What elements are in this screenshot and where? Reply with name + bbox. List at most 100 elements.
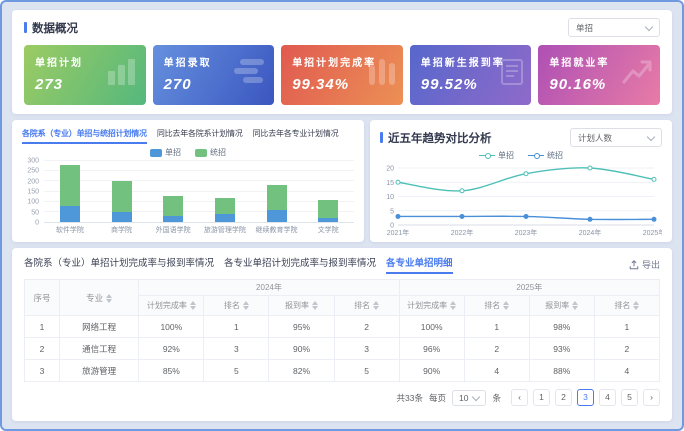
majors-table: 序号 专业 2024年 2025年 计划完成率排名报到率排名计划完成率排名报到率… — [24, 279, 660, 382]
prev-page-button[interactable]: ‹ — [511, 389, 528, 406]
table-cell: 98% — [529, 316, 594, 338]
per-page-select[interactable]: 10 — [452, 390, 486, 406]
column-header-排名[interactable]: 排名 — [334, 296, 399, 316]
legend-label: 单招 — [165, 147, 181, 158]
sort-up-icon — [633, 301, 639, 305]
sort-down-icon — [373, 306, 379, 310]
bar-stack — [163, 161, 183, 222]
data-point-统招 — [460, 214, 464, 218]
table-cell: 85% — [139, 360, 204, 382]
bar-segment-统招 — [267, 185, 287, 209]
column-header-major[interactable]: 专业 — [59, 280, 138, 316]
bar-group — [44, 161, 96, 222]
page-button-2[interactable]: 2 — [555, 389, 572, 406]
overview-panel: 数据概况 单招 单招计划273单招录取270单招计划完成率99.34%单招新生报… — [12, 10, 672, 114]
column-header-label: 排名 — [484, 301, 500, 310]
table-cell: 92% — [139, 338, 204, 360]
sort-icon[interactable] — [243, 301, 249, 310]
data-point-单招 — [652, 177, 656, 181]
per-page-value: 10 — [459, 393, 468, 403]
x-axis-category-label: 商学院 — [96, 225, 148, 235]
sort-icon[interactable] — [312, 301, 318, 310]
sort-up-icon — [106, 294, 112, 298]
bar-section-tab-2[interactable]: 同比去年各专业计划情况 — [253, 128, 339, 144]
sort-down-icon — [190, 306, 196, 310]
table-row: 3旅游管理85%582%590%488%4 — [25, 360, 660, 382]
sort-icon[interactable] — [106, 294, 112, 303]
table-section-tab-0[interactable]: 各院系（专业）单招计划完成率与报到率情况 — [24, 255, 214, 274]
bar-section-tab-1[interactable]: 同比去年各院系计划情况 — [157, 128, 243, 144]
sort-down-icon — [312, 306, 318, 310]
bar-section-tab-0[interactable]: 各院系（专业）单招与统招计划情况 — [22, 128, 147, 144]
sort-icon[interactable] — [190, 301, 196, 310]
column-group-2025: 2025年 — [399, 280, 659, 296]
page-button-4[interactable]: 4 — [599, 389, 616, 406]
bar-segment-单招 — [112, 212, 132, 222]
stat-card-0: 单招计划273 — [24, 45, 146, 105]
x-axis-category-label: 文学院 — [302, 225, 354, 235]
bar-stack — [60, 161, 80, 222]
bar-group — [147, 161, 199, 222]
table-section-tab-2[interactable]: 各专业单招明细 — [386, 255, 453, 274]
bar-chart-panel: 各院系（专业）单招与统招计划情况同比去年各院系计划情况同比去年各专业计划情况 单… — [12, 120, 364, 242]
table-row: 2通信工程92%390%396%293%2 — [25, 338, 660, 360]
column-header-排名[interactable]: 排名 — [204, 296, 269, 316]
table-cell: 通信工程 — [59, 338, 138, 360]
page-button-5[interactable]: 5 — [621, 389, 638, 406]
bar-stack — [318, 161, 338, 222]
metric-select[interactable]: 计划人数 — [570, 128, 662, 147]
line-chart-panel: 近五年趋势对比分析 计划人数 单招统招 051015202021年2022年20… — [370, 120, 672, 242]
column-header-排名[interactable]: 排名 — [464, 296, 529, 316]
bar-chart-x-axis: 软件学院商学院外国语学院旅游管理学院继续教育学院文学院 — [44, 225, 354, 235]
x-axis-category-label: 软件学院 — [44, 225, 96, 235]
sort-icon[interactable] — [572, 301, 578, 310]
column-header-计划完成率[interactable]: 计划完成率 — [399, 296, 464, 316]
sort-icon[interactable] — [503, 301, 509, 310]
recruit-type-select[interactable]: 单招 — [568, 18, 660, 37]
page-button-1[interactable]: 1 — [533, 389, 550, 406]
line-chart-title: 近五年趋势对比分析 — [388, 130, 492, 146]
x-axis-tick-label: 2021年 — [387, 228, 410, 237]
page-buttons: ‹ 12345 › — [511, 389, 660, 406]
column-header-报到率[interactable]: 报到率 — [269, 296, 334, 316]
table-row: 1网络工程100%195%2100%198%1 — [25, 316, 660, 338]
y-axis-tick-label: 0 — [390, 223, 394, 230]
y-axis-tick-label: 150 — [27, 189, 39, 196]
bar-segment-统招 — [215, 198, 235, 214]
page-button-3[interactable]: 3 — [577, 389, 594, 406]
per-page-label: 每页 — [429, 392, 446, 404]
bar-group — [251, 161, 303, 222]
sort-up-icon — [373, 301, 379, 305]
table-cell: 旅游管理 — [59, 360, 138, 382]
column-header-排名[interactable]: 排名 — [594, 296, 659, 316]
bar-segment-单招 — [318, 218, 338, 222]
stacked-bar-chart: 050100150200250300 — [22, 161, 354, 223]
chevron-down-icon — [647, 132, 655, 140]
sort-icon[interactable] — [373, 301, 379, 310]
stat-card-3: 单招新生报到率99.52% — [410, 45, 532, 105]
dashboard-page: 数据概况 单招 单招计划273单招录取270单招计划完成率99.34%单招新生报… — [2, 2, 682, 429]
bar-segment-单招 — [215, 214, 235, 222]
x-axis-category-label: 外国语学院 — [147, 225, 199, 235]
bar-group — [96, 161, 148, 222]
column-header-计划完成率[interactable]: 计划完成率 — [139, 296, 204, 316]
y-axis-tick-label: 5 — [390, 208, 394, 215]
table-cell: 100% — [139, 316, 204, 338]
bar-chart-y-axis: 050100150200250300 — [22, 161, 44, 223]
table-cell: 3 — [334, 338, 399, 360]
x-axis-category-label: 旅游管理学院 — [199, 225, 251, 235]
sort-icon[interactable] — [633, 301, 639, 310]
sort-down-icon — [106, 299, 112, 303]
stat-card-1: 单招录取270 — [153, 45, 275, 105]
total-count: 共33条 — [397, 392, 423, 404]
table-cell: 90% — [269, 338, 334, 360]
column-header-报到率[interactable]: 报到率 — [529, 296, 594, 316]
bar-segment-统招 — [163, 196, 183, 216]
table-section-tab-1[interactable]: 各专业单招计划完成率与报到率情况 — [224, 255, 376, 274]
sort-down-icon — [243, 306, 249, 310]
export-button[interactable]: 导出 — [629, 258, 660, 271]
sort-down-icon — [633, 306, 639, 310]
column-header-label: 排名 — [224, 301, 240, 310]
next-page-button[interactable]: › — [643, 389, 660, 406]
sort-icon[interactable] — [450, 301, 456, 310]
